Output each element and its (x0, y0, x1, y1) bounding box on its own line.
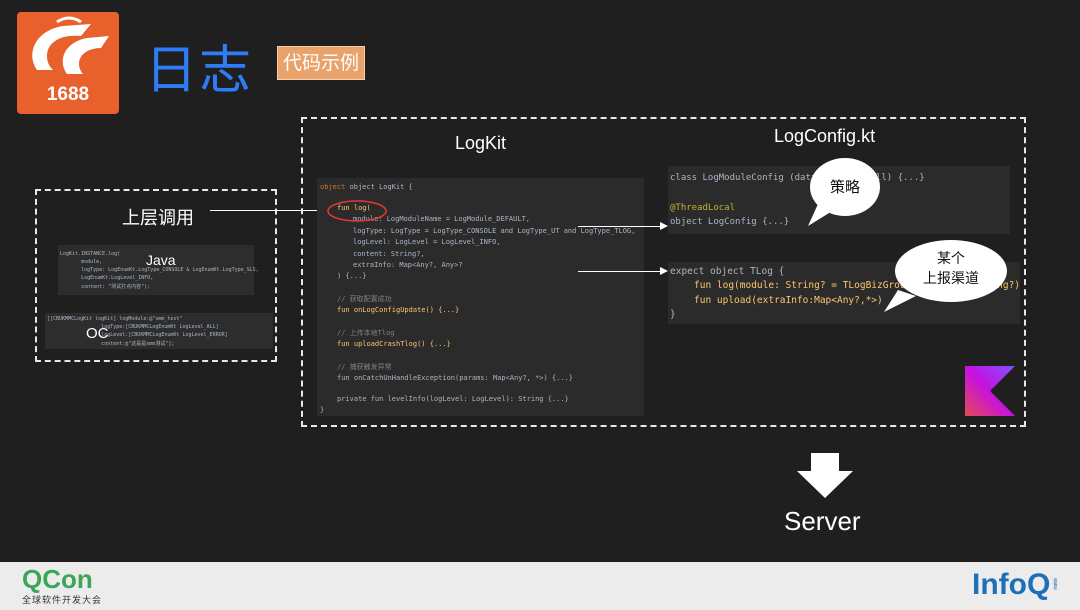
oc-line: content:@"这是是xmm测试"]; (47, 341, 175, 347)
channel-bubble-text-1: 某个 (937, 251, 965, 267)
code-example-tag: 代码示例 (277, 46, 365, 80)
code-line: } (320, 406, 325, 414)
infoq-logo: InfoQ 极客邦 (972, 568, 1058, 602)
logkit-label: LogKit (455, 133, 507, 153)
code-annotation: @ThreadLocal (670, 203, 736, 213)
page-title: 日志 (145, 41, 254, 101)
code-line: ) {...} (337, 272, 367, 280)
code-line: object LogKit { (349, 183, 413, 191)
code-line: expect object TLog { (670, 266, 785, 277)
arrow-to-config (578, 226, 662, 227)
code-line: } (670, 309, 676, 320)
kotlin-logo-icon (965, 366, 1015, 416)
logo-mark-icon (32, 16, 109, 74)
java-label: Java (146, 252, 176, 268)
code-line: extraInfo: Map<Any?, Any>? (353, 261, 463, 269)
code-line: fun upload(extraInfo:Map<Any?,*>) (694, 295, 883, 306)
oc-line: logLevel:[CBUKMMCLogEnumKt LogLevel_ERRO… (47, 332, 228, 338)
code-line: fun onLogConfigUpdate() {...} (337, 306, 460, 314)
oc-snippet: [[CBUKMMCLogKit logKit] logModule:@"xmm_… (45, 313, 273, 349)
infoq-text: InfoQ (972, 568, 1051, 601)
code-line: object LogConfig {...} (670, 217, 790, 227)
code-comment: // 上传本地Tlog (337, 329, 395, 337)
alibaba-1688-logo: 1688 (17, 12, 119, 114)
down-arrow-icon (797, 453, 853, 498)
code-comment: // 获取配置成功 (337, 295, 392, 303)
code-line: private fun levelInfo(logLevel: LogLevel… (337, 395, 569, 403)
code-comment: // 捕获触发异常 (337, 363, 392, 371)
caller-label: 上层调用 (122, 208, 194, 229)
code-line: fun uploadCrashTlog() {...} (337, 340, 451, 348)
footer: QCon 全球软件开发大会 InfoQ 极客邦 (0, 562, 1080, 610)
qcon-logo: QCon 全球软件开发大会 (22, 565, 102, 606)
java-line: content: "测试打点内容"); (60, 284, 151, 290)
arrow-to-tlog (578, 271, 662, 272)
slide: 1688 日志 代码示例 上层调用 LogKit.INSTANCE.log( m… (0, 0, 1080, 562)
qcon-text: QCon (22, 564, 93, 594)
server-label: Server (784, 506, 861, 536)
java-line: LogEnumKt.LogLevel_INFO, (60, 275, 154, 281)
code-line: fun onCatchUnHandleException(params: Map… (337, 374, 574, 382)
code-line: logType: LogType = LogType_CONSOLE and L… (353, 227, 636, 235)
oc-line: [[CBUKMMCLogKit logKit] logModule:@"xmm_… (47, 316, 183, 322)
highlight-ellipse-icon (327, 200, 387, 222)
qcon-subtitle: 全球软件开发大会 (22, 596, 103, 606)
logo-text: 1688 (46, 84, 90, 105)
logconfig-label: LogConfig.kt (774, 126, 876, 146)
channel-bubble: 某个 上报渠道 (895, 240, 1007, 302)
arrow-head-icon (660, 267, 668, 275)
oc-line: logType:[CBUKMMCLogEnumKt LogLevel_ALL] (47, 324, 219, 330)
code-line: content: String?, (353, 250, 425, 258)
java-line: module, (60, 259, 103, 265)
strategy-bubble-text: 策略 (829, 178, 860, 196)
infoq-superscript: 极客邦 (1053, 578, 1059, 590)
oc-label: OC (86, 325, 109, 342)
channel-bubble-text-2: 上报渠道 (923, 271, 979, 287)
strategy-bubble: 策略 (810, 158, 880, 216)
code-line: logLevel: LogLevel = LogLevel_INFO, (353, 238, 501, 246)
arrow-head-icon (660, 222, 668, 230)
code-line: class LogModuleConfig (data: Any? = null… (670, 173, 925, 183)
java-line: LogKit.INSTANCE.log( (60, 251, 121, 257)
